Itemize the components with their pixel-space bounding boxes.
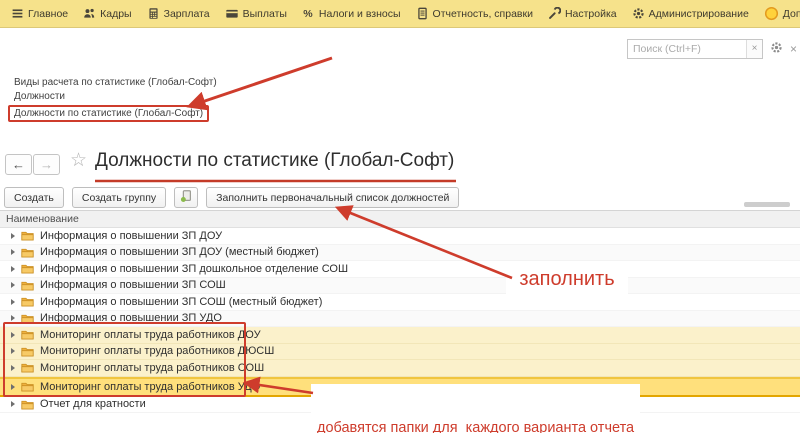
menu-item-label: Главное [28, 8, 68, 20]
table-row[interactable]: Информация о повышении ЗП дошкольное отд… [0, 261, 800, 278]
menu-item-label: Доп. возможности [783, 8, 800, 20]
table-row[interactable]: Информация о повышении ЗП ДОУ [0, 228, 800, 245]
folder-icon [21, 296, 34, 307]
annotation-box-nav-link: Должности по статистике (Глобал-Софт) [8, 105, 209, 122]
nav-link-calc-kinds[interactable]: Виды расчета по статистике (Глобал-Софт) [14, 77, 217, 88]
top-menubar: Главное Кадры Зарплата Выплаты% Налоги и взн… [0, 0, 800, 28]
table-row[interactable]: Информация о повышении ЗП СОШ (местный б… [0, 294, 800, 311]
menu-item-label: Налоги и взносы [319, 8, 401, 20]
app-window: Главное Кадры Зарплата Выплаты% Налоги и взн… [0, 0, 800, 433]
row-label: Мониторинг оплаты труда работников ДЮСШ [40, 345, 274, 357]
people-icon [83, 7, 96, 20]
doc-copy-icon [179, 189, 193, 206]
row-label: Мониторинг оплаты труда работников СОШ [40, 362, 264, 374]
table-row[interactable]: Мониторинг оплаты труда работников СОШ [0, 360, 800, 377]
row-label: Информация о повышении ЗП СОШ [40, 279, 226, 291]
folder-icon [21, 280, 34, 291]
card-icon [225, 7, 239, 20]
row-label: Мониторинг оплаты труда работников ДОУ [40, 329, 261, 341]
menu-item-label: Администрирование [649, 8, 749, 20]
folder-icon [21, 247, 34, 258]
row-label: Информация о повышении ЗП ДОУ (местный б… [40, 246, 319, 258]
annotation-folders-note: добавятся папки для каждого варианта отч… [311, 384, 640, 433]
triangle-right-icon[interactable] [11, 249, 15, 255]
table-row[interactable]: Мониторинг оплаты труда работников ДЮСШ [0, 344, 800, 361]
row-label: Мониторинг оплаты труда работников УДО [40, 381, 260, 393]
nav-link-positions-statistics[interactable]: Должности по статистике (Глобал-Софт) [14, 108, 203, 119]
wrench-icon [548, 7, 561, 20]
folder-icon [21, 362, 34, 373]
folder-icon [21, 263, 34, 274]
menu-item-1[interactable]: Кадры [78, 3, 136, 25]
forward-button[interactable]: → [33, 154, 60, 175]
table-row[interactable]: Мониторинг оплаты труда работников ДОУ [0, 327, 800, 344]
column-header-name[interactable]: Наименование [0, 210, 800, 228]
percent-icon: % [302, 7, 315, 20]
table-row[interactable]: Информация о повышении ЗП СОШ [0, 278, 800, 295]
nav-links: Виды расчета по статистике (Глобал-Софт)… [14, 77, 217, 125]
search-input[interactable] [628, 40, 746, 58]
annotation-folders-note-line1: добавятся папки для каждого варианта отч… [317, 420, 634, 433]
menu-item-label: Отчетность, справки [433, 8, 533, 20]
table-row[interactable]: Информация о повышении ЗП ДОУ (местный б… [0, 245, 800, 262]
menu-item-8[interactable]: Доп. возможности [759, 3, 800, 25]
menu-item-label: Выплаты [243, 8, 287, 20]
menu-item-label: Кадры [100, 8, 131, 20]
addon-circle-icon [764, 6, 779, 21]
menu-item-7[interactable]: Администрирование [627, 3, 754, 25]
list-toolbar: Создать Создать группу Заполнить первона… [4, 187, 459, 208]
triangle-right-icon[interactable] [11, 266, 15, 272]
svg-text:%: % [303, 8, 313, 20]
triangle-right-icon[interactable] [11, 384, 15, 390]
folder-icon [21, 381, 34, 392]
row-label: Информация о повышении ЗП ДОУ [40, 230, 222, 242]
menu-item-4[interactable]: % Налоги и взносы [297, 3, 406, 25]
row-label: Информация о повышении ЗП СОШ (местный б… [40, 296, 322, 308]
annotation-fill-label: заполнить [506, 262, 628, 296]
menu-item-label: Зарплата [164, 8, 210, 20]
favorite-star-icon[interactable]: ☆ [70, 149, 87, 172]
gear-icon [632, 7, 645, 20]
menu-item-2[interactable]: Зарплата [142, 3, 215, 25]
triangle-right-icon[interactable] [11, 348, 15, 354]
back-button[interactable]: ← [5, 154, 32, 175]
folder-icon [21, 399, 34, 410]
scrollbar-thumb[interactable] [744, 202, 790, 207]
folder-icon [21, 346, 34, 357]
close-icon[interactable]: × [790, 42, 797, 56]
search-box: × [627, 39, 763, 59]
triangle-right-icon[interactable] [11, 332, 15, 338]
triangle-right-icon[interactable] [11, 401, 15, 407]
search-clear-icon[interactable]: × [746, 40, 762, 58]
menu-item-6[interactable]: Настройка [543, 3, 622, 25]
create-button[interactable]: Создать [4, 187, 64, 208]
triangle-right-icon[interactable] [11, 365, 15, 371]
nav-link-positions[interactable]: Должности [14, 91, 65, 102]
triangle-right-icon[interactable] [11, 315, 15, 321]
copy-button[interactable] [174, 187, 198, 208]
search-cluster: × × [627, 39, 797, 59]
fill-initial-list-button[interactable]: Заполнить первоначальный список должност… [206, 187, 459, 208]
report-icon [416, 7, 429, 20]
menu-item-3[interactable]: Выплаты [220, 3, 292, 25]
calculator-icon [147, 7, 160, 20]
create-group-button[interactable]: Создать группу [72, 187, 166, 208]
menu-item-5[interactable]: Отчетность, справки [411, 3, 538, 25]
menu-item-0[interactable]: Главное [6, 3, 73, 25]
hamburger-icon [11, 7, 24, 20]
settings-gear-icon[interactable] [770, 41, 783, 57]
page-title: Должности по статистике (Глобал-Софт) [95, 150, 454, 172]
row-label: Информация о повышении ЗП дошкольное отд… [40, 263, 348, 275]
triangle-right-icon[interactable] [11, 282, 15, 288]
positions-list: Наименование Информация о повышении ЗП Д… [0, 210, 800, 413]
table-row[interactable]: Информация о повышении ЗП УДО [0, 311, 800, 328]
triangle-right-icon[interactable] [11, 233, 15, 239]
folder-icon [21, 329, 34, 340]
row-label: Отчет для кратности [40, 398, 146, 410]
row-label: Информация о повышении ЗП УДО [40, 312, 222, 324]
triangle-right-icon[interactable] [11, 299, 15, 305]
menu-item-label: Настройка [565, 8, 617, 20]
folder-icon [21, 230, 34, 241]
folder-icon [21, 313, 34, 324]
